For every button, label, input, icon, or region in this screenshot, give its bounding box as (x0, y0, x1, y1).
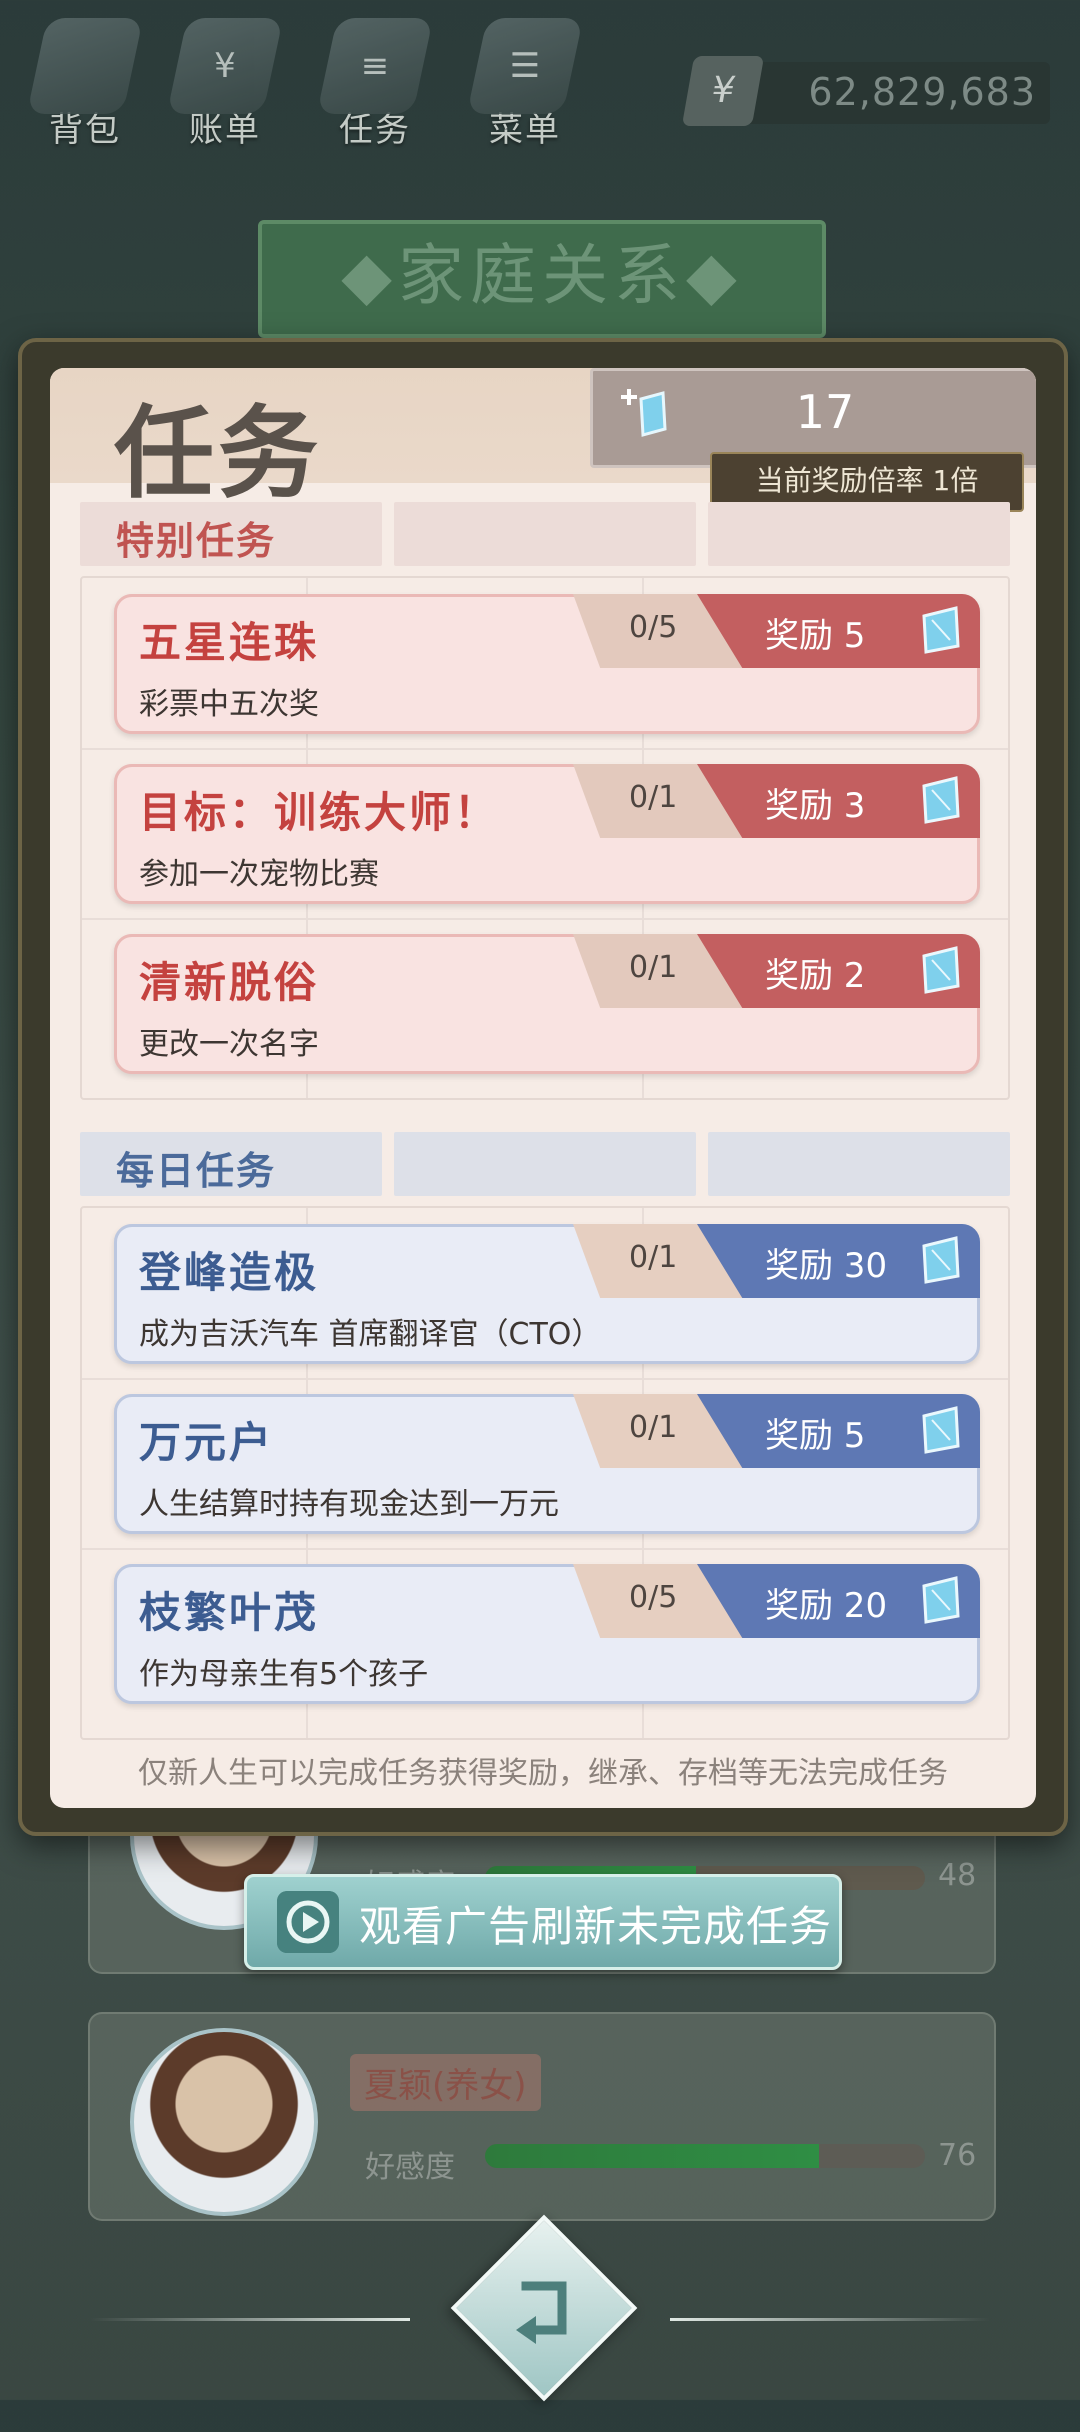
tab-daily[interactable]: 每日任务 (80, 1132, 382, 1196)
task-name: 枝繁叶茂 (139, 1588, 320, 1637)
special-tasks-header: 特别任务 (80, 502, 1016, 566)
task-footnote: 仅新人生可以完成任务获得奖励，继承、存档等无法完成任务 (138, 1756, 948, 1791)
member-name: 夏颖(养女) (350, 2054, 541, 2111)
family-relations-banner: ◆家庭关系◆ (258, 220, 826, 338)
bill-icon: ¥ (166, 18, 284, 114)
favor-label: 好感度 (365, 2150, 455, 2185)
favor-value: 48 (938, 1858, 977, 1893)
panel-title: 任务 (114, 394, 322, 512)
task-panel-frame: 任务 17 当前奖励倍率 1倍 特别任务 五星连珠 彩票中五次奖 0/5 奖励 … (18, 338, 1068, 1836)
gem-icon (922, 946, 960, 994)
nav-task[interactable]: ≡ 任务 (310, 18, 440, 158)
nav-menu[interactable]: ☰ 菜单 (460, 18, 590, 158)
tab-special[interactable]: 特别任务 (80, 502, 382, 566)
back-arrow-icon (516, 2281, 567, 2344)
family-member-card[interactable]: 夏颖(养女) 好感度 76 (88, 2012, 996, 2221)
gem-icon (922, 1576, 960, 1624)
gem-icon (922, 776, 960, 824)
avatar (130, 2028, 318, 2216)
ad-button-label: 观看广告刷新未完成任务 (359, 1902, 833, 1951)
task-desc: 参加一次宠物比赛 (139, 857, 379, 892)
task-card[interactable]: 万元户 人生结算时持有现金达到一万元 0/1 奖励 5 (114, 1394, 980, 1534)
nav-bill[interactable]: ¥ 账单 (160, 18, 290, 158)
task-reward: 奖励 30 (697, 1224, 980, 1298)
task-card[interactable]: 目标：训练大师！ 参加一次宠物比赛 0/1 奖励 3 (114, 764, 980, 904)
gem-icon (922, 606, 960, 654)
task-name: 目标：训练大师！ (139, 788, 500, 837)
tab-empty (708, 502, 1010, 566)
task-name: 登峰造极 (139, 1248, 320, 1297)
tab-empty (394, 502, 696, 566)
section-title: 特别任务 (116, 519, 277, 563)
task-desc: 人生结算时持有现金达到一万元 (139, 1487, 559, 1522)
tab-empty (708, 1132, 1010, 1196)
section-title: 每日任务 (116, 1149, 277, 1193)
decor-line-left (90, 2318, 410, 2321)
daily-tasks-header: 每日任务 (80, 1132, 1016, 1196)
backpack-icon (26, 18, 144, 114)
task-name: 万元户 (139, 1418, 275, 1467)
task-name: 清新脱俗 (139, 958, 320, 1007)
task-reward: 奖励 3 (697, 764, 980, 838)
task-reward: 奖励 5 (697, 594, 980, 668)
favor-bar (485, 2144, 925, 2168)
yen-icon: ¥ (681, 56, 765, 126)
gem-icon (922, 1236, 960, 1284)
decor-line-right (670, 2318, 990, 2321)
task-desc: 彩票中五次奖 (139, 687, 319, 722)
gem-icon (922, 1406, 960, 1454)
task-desc: 作为母亲生有5个孩子 (139, 1657, 429, 1692)
task-panel: 任务 17 当前奖励倍率 1倍 特别任务 五星连珠 彩票中五次奖 0/5 奖励 … (50, 368, 1036, 1808)
task-card[interactable]: 枝繁叶茂 作为母亲生有5个孩子 0/5 奖励 20 (114, 1564, 980, 1704)
panel-header: 任务 17 当前奖励倍率 1倍 (50, 368, 1036, 512)
task-card[interactable]: 五星连珠 彩票中五次奖 0/5 奖励 5 (114, 594, 980, 734)
money-amount: 62,829,683 (808, 70, 1036, 114)
gem-count: 17 (795, 385, 855, 439)
top-bar: 背包 ¥ 账单 ≡ 任务 ☰ 菜单 ¥ 62,829,683 (0, 0, 1080, 170)
task-reward: 奖励 20 (697, 1564, 980, 1638)
play-refresh-icon (277, 1891, 339, 1953)
task-reward: 奖励 5 (697, 1394, 980, 1468)
task-name: 五星连珠 (139, 618, 320, 667)
tab-empty (394, 1132, 696, 1196)
nav-backpack[interactable]: 背包 (20, 18, 150, 158)
favor-value: 76 (938, 2138, 977, 2173)
task-card[interactable]: 登峰造极 成为吉沃汽车 首席翻译官（CTO） 0/1 奖励 30 (114, 1224, 980, 1364)
task-icon: ≡ (316, 18, 434, 114)
task-desc: 成为吉沃汽车 首席翻译官（CTO） (139, 1317, 602, 1352)
task-card[interactable]: 清新脱俗 更改一次名字 0/1 奖励 2 (114, 934, 980, 1074)
money-display: ¥ 62,829,683 (681, 56, 1050, 126)
watch-ad-refresh-button[interactable]: 观看广告刷新未完成任务 (244, 1874, 842, 1970)
task-reward: 奖励 2 (697, 934, 980, 1008)
back-button[interactable] (450, 2214, 638, 2402)
menu-icon: ☰ (466, 18, 584, 114)
task-desc: 更改一次名字 (139, 1027, 319, 1062)
